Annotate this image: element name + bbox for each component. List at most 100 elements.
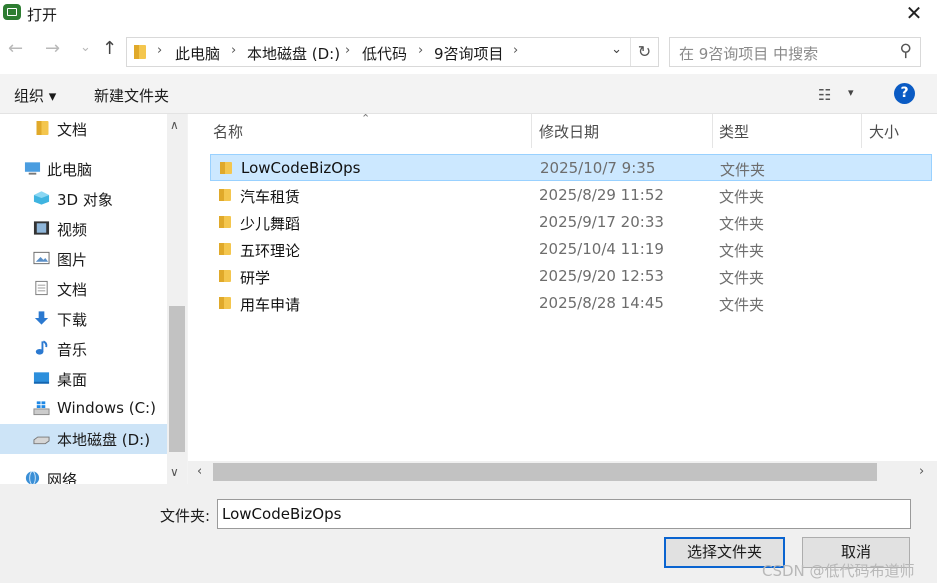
column-header-type[interactable]: 类型 (719, 121, 749, 142)
file-type: 文件夹 (719, 242, 765, 260)
view-options-icon[interactable]: ☷ (818, 86, 831, 104)
breadcrumb-drive-d[interactable]: 本地磁盘 (D:) (247, 43, 340, 64)
file-type: 文件夹 (719, 296, 765, 314)
breadcrumb-separator: › (345, 43, 351, 58)
help-icon[interactable]: ? (894, 83, 915, 104)
file-row[interactable]: 研学 2025/9/20 12:53 文件夹 (210, 263, 932, 290)
file-type: 文件夹 (719, 188, 765, 206)
breadcrumb-this-pc[interactable]: 此电脑 (175, 43, 220, 64)
sidebar-item-windows-c[interactable]: Windows (C:) (0, 394, 167, 424)
folder-icon (220, 162, 232, 174)
folder-name-field[interactable] (217, 499, 911, 529)
back-icon[interactable]: ← (8, 38, 23, 59)
scroll-left-icon[interactable]: ‹ (197, 464, 202, 479)
sidebar-item-network[interactable]: 网络 (0, 464, 167, 484)
documents-icon (35, 280, 48, 296)
sidebar-item-pictures[interactable]: 图片 (0, 244, 167, 274)
scroll-up-icon[interactable]: ∧ (170, 118, 179, 132)
horizontal-scroll-thumb[interactable] (213, 463, 877, 481)
window-title: 打开 (27, 6, 58, 24)
folder-icon (219, 243, 231, 255)
sidebar-item-drive-d[interactable]: 本地磁盘 (D:) (0, 424, 167, 454)
file-row[interactable]: 用车申请 2025/8/28 14:45 文件夹 (210, 290, 932, 317)
sidebar-item-label: 文档 (57, 121, 88, 139)
file-date: 2025/9/20 12:53 (539, 267, 664, 285)
sidebar-item-downloads[interactable]: 下载 (0, 304, 167, 334)
address-dropdown-icon[interactable]: ⌄ (611, 42, 622, 57)
sidebar-item-label: 下载 (57, 311, 88, 329)
sidebar-item-label: 网络 (47, 471, 78, 484)
folder-icon (219, 216, 231, 228)
pictures-icon (33, 251, 50, 265)
up-icon[interactable]: ↑ (102, 38, 117, 59)
file-type: 文件夹 (720, 161, 766, 179)
sidebar-scrollbar[interactable]: ∧ ∨ (167, 114, 187, 484)
breadcrumb-consulting[interactable]: 9咨询项目 (434, 43, 504, 64)
file-name: 研学 (240, 269, 271, 287)
close-button[interactable]: ✕ (891, 0, 937, 28)
folder-icon (219, 189, 231, 201)
folder-icon (219, 297, 231, 309)
sidebar-item-label: 桌面 (57, 371, 88, 389)
refresh-icon[interactable]: ↻ (630, 38, 658, 66)
dialog-footer: 文件夹: 选择文件夹 取消 CSDN @低代码布道师 (0, 484, 937, 583)
file-row[interactable]: 少儿舞蹈 2025/9/17 20:33 文件夹 (210, 209, 932, 236)
new-folder-button[interactable]: 新建文件夹 (94, 85, 169, 106)
file-row[interactable]: 五环理论 2025/10/4 11:19 文件夹 (210, 236, 932, 263)
sidebar-item-label: 视频 (57, 221, 88, 239)
windows-drive-icon (33, 401, 50, 416)
file-row[interactable]: 汽车租赁 2025/8/29 11:52 文件夹 (210, 182, 932, 209)
sidebar-item-label: 音乐 (57, 341, 88, 359)
organize-menu[interactable]: 组织 ▾ (14, 85, 56, 106)
file-name: LowCodeBizOps (241, 159, 361, 177)
sidebar-item-documents[interactable]: 文档 (0, 274, 167, 304)
navigation-pane: 文档 此电脑 3D 对象 视频 图片 文档 下载 音乐 桌面 Windows (… (0, 114, 187, 484)
file-date: 2025/8/29 11:52 (539, 186, 664, 204)
computer-icon (24, 162, 41, 175)
file-name: 五环理论 (240, 242, 301, 260)
sidebar-item-videos[interactable]: 视频 (0, 214, 167, 244)
scroll-right-icon[interactable]: › (919, 464, 924, 479)
column-divider[interactable] (712, 114, 713, 148)
title-bar: 打开 ✕ (0, 0, 937, 28)
column-header-size[interactable]: 大小 (869, 121, 899, 142)
column-divider[interactable] (861, 114, 862, 148)
sidebar-item-3d-objects[interactable]: 3D 对象 (0, 184, 167, 214)
breadcrumb-separator: › (157, 43, 163, 58)
sidebar-item-label: 文档 (57, 281, 88, 299)
column-header-name[interactable]: 名称 (213, 121, 243, 142)
search-icon[interactable]: ⚲ (900, 41, 912, 61)
breadcrumb-lowcode[interactable]: 低代码 (362, 43, 407, 64)
recent-locations-icon[interactable]: ⌄ (80, 40, 91, 55)
sidebar-item-label: 本地磁盘 (D:) (57, 431, 151, 449)
scroll-down-icon[interactable]: ∨ (170, 465, 179, 479)
column-header-date[interactable]: 修改日期 (539, 121, 599, 142)
watermark: CSDN @低代码布道师 (762, 562, 915, 580)
sidebar-item-label: 3D 对象 (57, 191, 113, 209)
forward-icon[interactable]: → (45, 38, 60, 59)
3d-objects-icon (33, 191, 50, 205)
sidebar-scroll-thumb[interactable] (169, 306, 185, 452)
column-divider[interactable] (531, 114, 532, 148)
sidebar-item-label: Windows (C:) (57, 399, 156, 417)
file-date: 2025/8/28 14:45 (539, 294, 664, 312)
horizontal-scrollbar[interactable]: ‹ › (188, 461, 937, 484)
sidebar-item-music[interactable]: 音乐 (0, 334, 167, 364)
folder-icon (133, 44, 147, 60)
video-icon (33, 221, 50, 235)
sidebar-item-label: 此电脑 (47, 161, 93, 179)
file-type: 文件夹 (719, 269, 765, 287)
file-row[interactable]: LowCodeBizOps 2025/10/7 9:35 文件夹 (210, 154, 932, 181)
breadcrumb-separator: › (513, 43, 519, 58)
sort-ascending-icon: ⌃ (361, 114, 371, 125)
sidebar-item-label: 图片 (57, 251, 88, 269)
search-box[interactable]: 在 9咨询项目 中搜索 ⚲ (669, 37, 921, 67)
search-placeholder: 在 9咨询项目 中搜索 (679, 45, 819, 63)
network-icon (25, 470, 40, 484)
sidebar-item-this-pc[interactable]: 此电脑 (0, 154, 167, 184)
address-bar[interactable]: › 此电脑 › 本地磁盘 (D:) › 低代码 › 9咨询项目 › ⌄ ↻ (126, 37, 659, 67)
view-dropdown-icon[interactable]: ▾ (848, 86, 854, 99)
sidebar-item-documents-quick[interactable]: 文档 (0, 114, 167, 144)
sidebar-item-desktop[interactable]: 桌面 (0, 364, 167, 394)
command-bar: 组织 ▾ 新建文件夹 ☷ ▾ ? (0, 74, 937, 114)
